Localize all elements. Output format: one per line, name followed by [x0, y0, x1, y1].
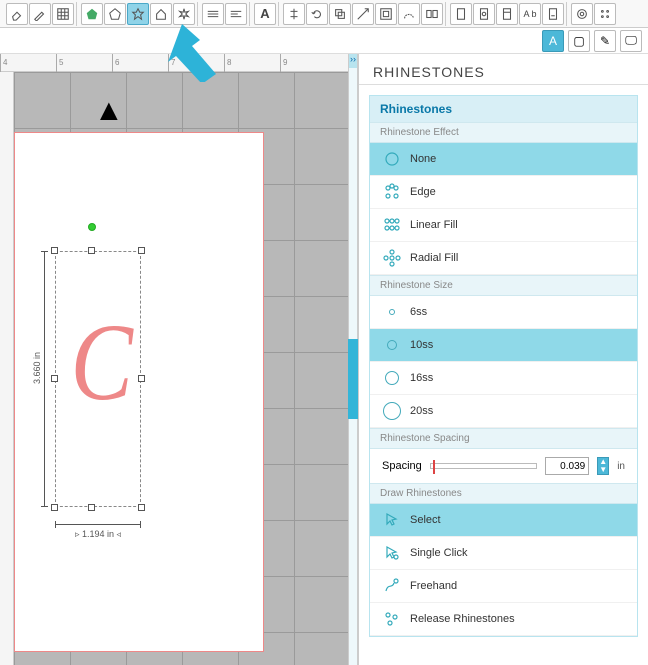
view-a-icon[interactable]: A — [542, 30, 564, 52]
panel-section-header: Rhinestones — [370, 96, 637, 122]
size-subtitle: Rhinestone Size — [370, 275, 637, 296]
spacing-stepper[interactable]: ▲▼ — [597, 457, 609, 475]
size-option[interactable]: 16ss — [370, 362, 637, 395]
draw-option[interactable]: Select — [370, 504, 637, 537]
spacing-slider[interactable] — [430, 463, 537, 469]
rotate-handle[interactable] — [88, 223, 96, 231]
ruler-vertical — [0, 72, 14, 665]
resize-handle[interactable] — [138, 247, 145, 254]
none-icon — [382, 149, 402, 169]
spacing-subtitle: Rhinestone Spacing — [370, 428, 637, 449]
size-option[interactable]: 10ss — [370, 329, 637, 362]
selection-box[interactable]: C 3.660 in ▹ 1.194 in ◃ — [43, 239, 141, 519]
design-shape[interactable]: C — [71, 299, 133, 426]
resize-handle[interactable] — [88, 247, 95, 254]
page-3-icon[interactable] — [542, 3, 564, 25]
text-tool-icon[interactable]: A — [254, 3, 276, 25]
knife-icon[interactable] — [29, 3, 51, 25]
effect-subtitle: Rhinestone Effect — [370, 122, 637, 143]
rhinestone-icon[interactable] — [571, 3, 593, 25]
effect-option[interactable]: Edge — [370, 176, 637, 209]
crosshatch-icon[interactable] — [52, 3, 74, 25]
size-option[interactable]: 6ss — [370, 296, 637, 329]
star-icon[interactable] — [127, 3, 149, 25]
resize-handle[interactable] — [138, 375, 145, 382]
release-icon — [382, 609, 402, 629]
panel-collapse-icon[interactable]: ›› — [349, 54, 357, 68]
effect-option[interactable]: Linear Fill — [370, 209, 637, 242]
spacing-input[interactable] — [545, 457, 589, 475]
line-style-2-icon[interactable] — [225, 3, 247, 25]
compare-icon[interactable]: A b — [519, 3, 541, 25]
eraser-icon[interactable] — [6, 3, 28, 25]
spacing-row: Spacing ▲▼ in — [370, 449, 637, 483]
replicate-icon[interactable] — [329, 3, 351, 25]
edge-icon — [382, 182, 402, 202]
size-option[interactable]: 20ss — [370, 395, 637, 428]
home-icon[interactable] — [150, 3, 172, 25]
page-2-icon[interactable] — [496, 3, 518, 25]
resize-handle[interactable] — [51, 504, 58, 511]
resize-handle[interactable] — [51, 375, 58, 382]
scale-icon[interactable] — [352, 3, 374, 25]
width-dimension: ▹ 1.194 in ◃ — [55, 519, 141, 531]
trace-icon[interactable] — [398, 3, 420, 25]
draw-option[interactable]: Release Rhinestones — [370, 603, 637, 636]
design-page[interactable]: C 3.660 in ▹ 1.194 in ◃ — [14, 132, 264, 652]
rotate-icon[interactable] — [306, 3, 328, 25]
pentagon-outline-icon[interactable] — [104, 3, 126, 25]
cursor-icon — [382, 510, 402, 530]
line-style-icon[interactable] — [202, 3, 224, 25]
pentagon-filled-icon[interactable] — [81, 3, 103, 25]
nest-icon[interactable] — [421, 3, 443, 25]
view-b-icon[interactable]: ▢ — [568, 30, 590, 52]
panel-title: RHINESTONES — [359, 54, 648, 85]
effect-option[interactable]: Radial Fill — [370, 242, 637, 275]
resize-handle[interactable] — [88, 504, 95, 511]
sketch-icon[interactable] — [594, 3, 616, 25]
offset-icon[interactable] — [375, 3, 397, 25]
shape-burst-icon[interactable] — [173, 3, 195, 25]
view-c-icon[interactable]: ✎ — [594, 30, 616, 52]
panel-edge-strip[interactable]: ›› — [348, 54, 358, 665]
radial-icon — [382, 248, 402, 268]
linear-icon — [382, 215, 402, 235]
resize-handle[interactable] — [51, 247, 58, 254]
draw-option[interactable]: Single Click — [370, 537, 637, 570]
page-icon[interactable] — [450, 3, 472, 25]
draw-subtitle: Draw Rhinestones — [370, 483, 637, 504]
rhinestones-panel: RHINESTONES Rhinestones Rhinestone Effec… — [358, 54, 648, 665]
main-toolbar: AA b — [0, 0, 648, 28]
spacing-unit: in — [617, 461, 625, 472]
cutting-mat[interactable]: ▲ C 3.660 in — [14, 72, 348, 665]
main-area: 456789 ▲ C — [0, 54, 648, 665]
view-d-icon[interactable]: 🖵 — [620, 30, 642, 52]
height-dimension: 3.660 in — [39, 251, 51, 507]
ruler-horizontal: 456789 — [0, 54, 348, 72]
align-icon[interactable] — [283, 3, 305, 25]
mat-arrow-icon: ▲ — [94, 94, 124, 128]
resize-handle[interactable] — [138, 504, 145, 511]
effect-option[interactable]: None — [370, 143, 637, 176]
spacing-label: Spacing — [382, 460, 422, 472]
reveal-icon[interactable] — [473, 3, 495, 25]
canvas-area: 456789 ▲ C — [0, 54, 348, 665]
free-icon — [382, 576, 402, 596]
secondary-toolbar: A▢✎🖵 — [0, 28, 648, 54]
click-icon — [382, 543, 402, 563]
draw-option[interactable]: Freehand — [370, 570, 637, 603]
